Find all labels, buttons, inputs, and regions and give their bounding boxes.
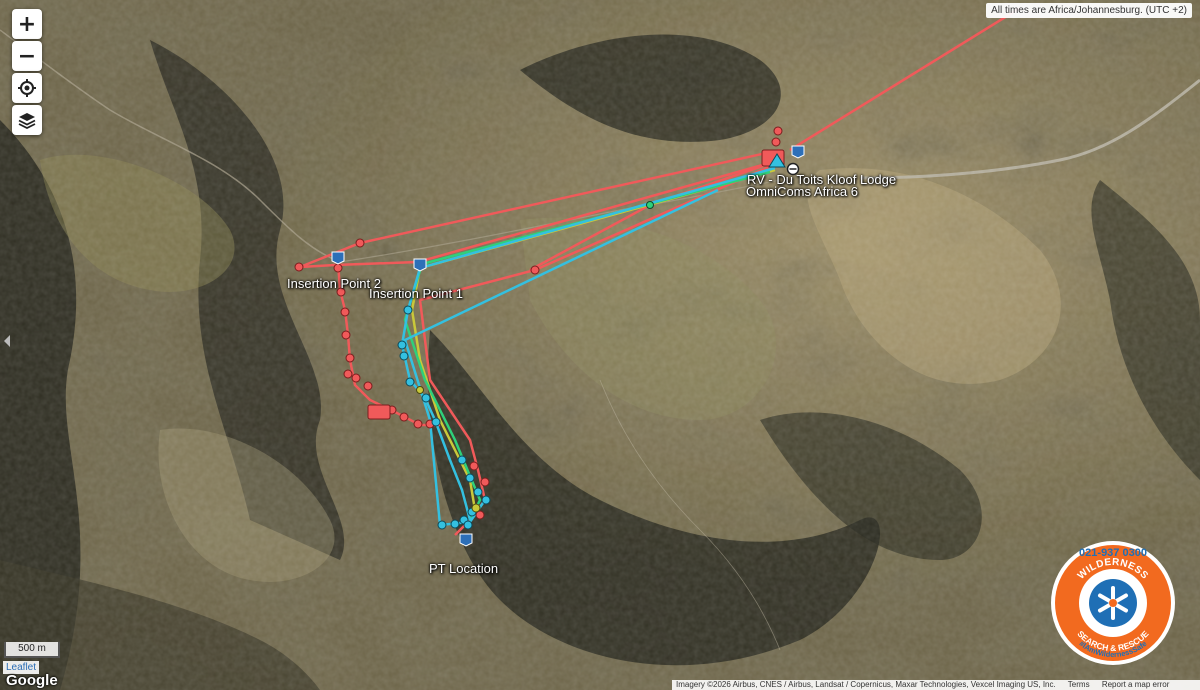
- track-green[interactable]: [403, 170, 771, 521]
- google-logo: Google: [6, 672, 58, 689]
- chevron-left-icon[interactable]: [2, 334, 12, 348]
- pt-location-label: PT Location: [429, 561, 499, 576]
- rv-to-offscreen-line: [789, 6, 1021, 152]
- green-waypoints[interactable]: [646, 201, 654, 209]
- zoom-out-label: −: [17, 43, 37, 69]
- scale-bar: 500 m: [4, 642, 60, 658]
- terms-link[interactable]: Terms: [1068, 680, 1090, 689]
- zoom-in-label: +: [17, 11, 37, 37]
- crosshair-icon: [18, 79, 36, 97]
- layers-button[interactable]: [12, 105, 42, 135]
- zoom-in-button[interactable]: +: [12, 9, 42, 39]
- report-map-error-link[interactable]: Report a map error: [1102, 680, 1170, 689]
- pt-location-pin-icon[interactable]: [459, 533, 473, 547]
- omnicoms-label: OmniComs Africa 6: [746, 184, 858, 199]
- rv-pin-icon[interactable]: [791, 145, 805, 159]
- layers-icon: [18, 113, 36, 130]
- timezone-notice: All times are Africa/Johannesburg. (UTC …: [986, 3, 1192, 18]
- map-view[interactable]: RV - Du Toits Kloof Lodge OmniComs Afric…: [0, 0, 1200, 690]
- imagery-credit: Imagery ©2026 Airbus, CNES / Airbus, Lan…: [676, 680, 1056, 689]
- insertion-point-1-pin-icon[interactable]: [413, 258, 427, 272]
- insertion-point-2-label: Insertion Point 2: [287, 276, 381, 291]
- wilderness-search-rescue-badge[interactable]: 021-937 0300 WILDERNESS SEARCH & RESCUE …: [1050, 540, 1176, 666]
- locate-button[interactable]: [12, 73, 42, 103]
- track-yellow[interactable]: [410, 168, 776, 511]
- track-layer: [294, 6, 1021, 536]
- zoom-out-button[interactable]: −: [12, 41, 42, 71]
- insertion-point-2-pin-icon[interactable]: [331, 251, 345, 265]
- attribution-bar: Imagery ©2026 Airbus, CNES / Airbus, Lan…: [672, 680, 1200, 690]
- track-red[interactable]: [299, 148, 781, 536]
- insertion-point-1-label: Insertion Point 1: [369, 286, 463, 301]
